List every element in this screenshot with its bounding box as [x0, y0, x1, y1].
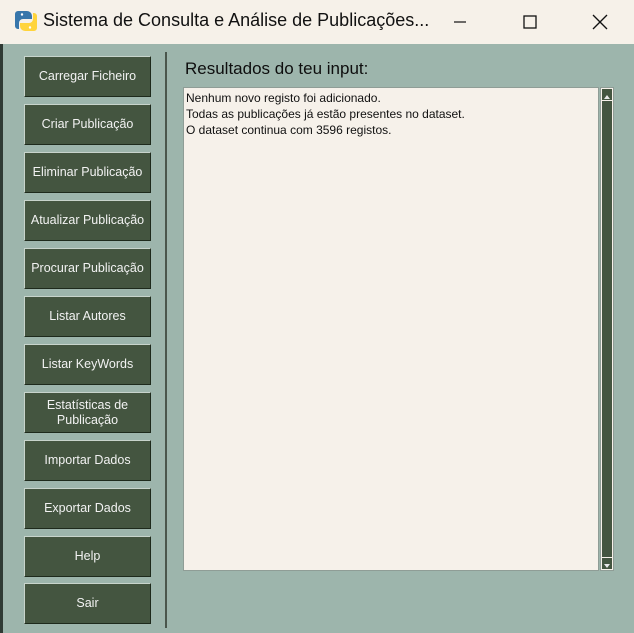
app-window: Sistema de Consulta e Análise de Publica… [0, 0, 634, 633]
create-publication-button[interactable]: Criar Publicação [24, 104, 151, 145]
window-left-edge [0, 44, 3, 633]
update-publication-button[interactable]: Atualizar Publicação [24, 200, 151, 241]
results-scrollbar[interactable] [600, 87, 614, 571]
output-line: Todas as publicações já estão presentes … [186, 107, 465, 121]
arrow-down-icon [603, 554, 611, 573]
minimize-icon [453, 15, 467, 29]
results-output[interactable]: Nenhum novo registo foi adicionado. Toda… [183, 87, 599, 571]
maximize-button[interactable] [507, 0, 553, 44]
close-icon [592, 14, 608, 30]
minimize-button[interactable] [437, 0, 483, 44]
scroll-down-button[interactable] [602, 558, 612, 569]
search-publication-button[interactable]: Procurar Publicação [24, 248, 151, 289]
exit-button[interactable]: Sair [24, 583, 151, 624]
delete-publication-button[interactable]: Eliminar Publicação [24, 152, 151, 193]
output-line: O dataset continua com 3596 registos. [186, 123, 392, 137]
help-button[interactable]: Help [24, 536, 151, 577]
list-keywords-button[interactable]: Listar KeyWords [24, 344, 151, 385]
list-authors-button[interactable]: Listar Autores [24, 296, 151, 337]
load-file-button[interactable]: Carregar Ficheiro [24, 56, 151, 97]
scroll-up-button[interactable] [602, 89, 612, 100]
scroll-thumb[interactable] [602, 101, 612, 557]
maximize-icon [523, 15, 537, 29]
results-heading: Resultados do teu input: [185, 59, 369, 78]
close-button[interactable] [577, 0, 623, 44]
python-icon [14, 9, 38, 33]
publication-statistics-button[interactable]: Estatísticas de Publicação [24, 392, 151, 433]
import-data-button[interactable]: Importar Dados [24, 440, 151, 481]
title-bar[interactable]: Sistema de Consulta e Análise de Publica… [0, 0, 634, 44]
output-line: Nenhum novo registo foi adicionado. [186, 91, 381, 105]
window-title: Sistema de Consulta e Análise de Publica… [43, 10, 430, 30]
sidebar-divider [165, 52, 167, 628]
export-data-button[interactable]: Exportar Dados [24, 488, 151, 529]
